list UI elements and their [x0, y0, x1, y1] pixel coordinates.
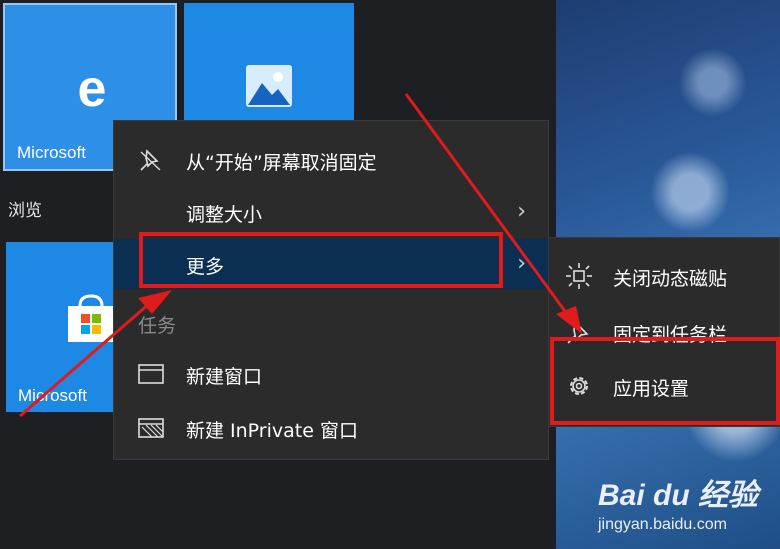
baidu-watermark: Bai du 经验 jingyan.baidu.com — [598, 470, 768, 540]
submenu-item-pin-to-taskbar-label: 固定到任务栏 — [613, 324, 728, 346]
submenu-item-turn-off-live-tile[interactable]: 关闭动态磁贴 — [549, 250, 779, 302]
gear-icon — [570, 377, 588, 395]
store-icon — [68, 294, 114, 342]
submenu-item-app-settings[interactable]: 应用设置 — [549, 360, 779, 412]
menu-item-unpin-label: 从“开始”屏幕取消固定 — [186, 152, 377, 174]
menu-item-more[interactable]: 更多 › — [114, 239, 548, 289]
menu-item-more-label: 更多 — [186, 256, 225, 278]
edge-icon: e — [77, 60, 107, 118]
group-label: 浏览 — [8, 201, 42, 221]
chevron-right-icon: › — [517, 251, 526, 276]
context-menu: 从“开始”屏幕取消固定 调整大小 › 更多 › 任务 新建窗口 新建 InPri… — [113, 120, 549, 460]
watermark-brand: Bai du 经验 — [598, 479, 759, 512]
tasks-section-label: 任务 — [138, 315, 177, 337]
menu-item-resize[interactable]: 调整大小 › — [114, 187, 548, 237]
submenu-item-pin-to-taskbar[interactable]: 固定到任务栏 — [549, 306, 779, 358]
submenu-item-turn-off-live-tile-label: 关闭动态磁贴 — [613, 268, 728, 290]
menu-item-new-window-label: 新建窗口 — [186, 366, 263, 388]
menu-item-new-window[interactable]: 新建窗口 — [114, 349, 548, 399]
window-icon — [138, 364, 164, 384]
unpin-icon — [140, 149, 161, 171]
menu-item-new-inprivate-window[interactable]: 新建 InPrivate 窗口 — [114, 403, 548, 453]
chevron-right-icon: › — [517, 199, 526, 224]
live-tile-icon — [566, 263, 592, 289]
inprivate-window-icon — [138, 418, 164, 438]
watermark-url: jingyan.baidu.com — [598, 516, 727, 533]
store-tile-label: Microsoft — [18, 386, 87, 405]
pin-taskbar-icon — [567, 320, 589, 344]
menu-item-resize-label: 调整大小 — [186, 204, 263, 226]
menu-item-unpin[interactable]: 从“开始”屏幕取消固定 — [114, 135, 548, 185]
submenu-item-app-settings-label: 应用设置 — [613, 378, 690, 400]
more-submenu: 关闭动态磁贴 固定到任务栏 应用设置 — [548, 237, 780, 427]
menu-item-new-inprivate-window-label: 新建 InPrivate 窗口 — [186, 420, 358, 442]
edge-tile-label: Microsoft — [17, 143, 86, 162]
photos-icon — [246, 65, 292, 107]
